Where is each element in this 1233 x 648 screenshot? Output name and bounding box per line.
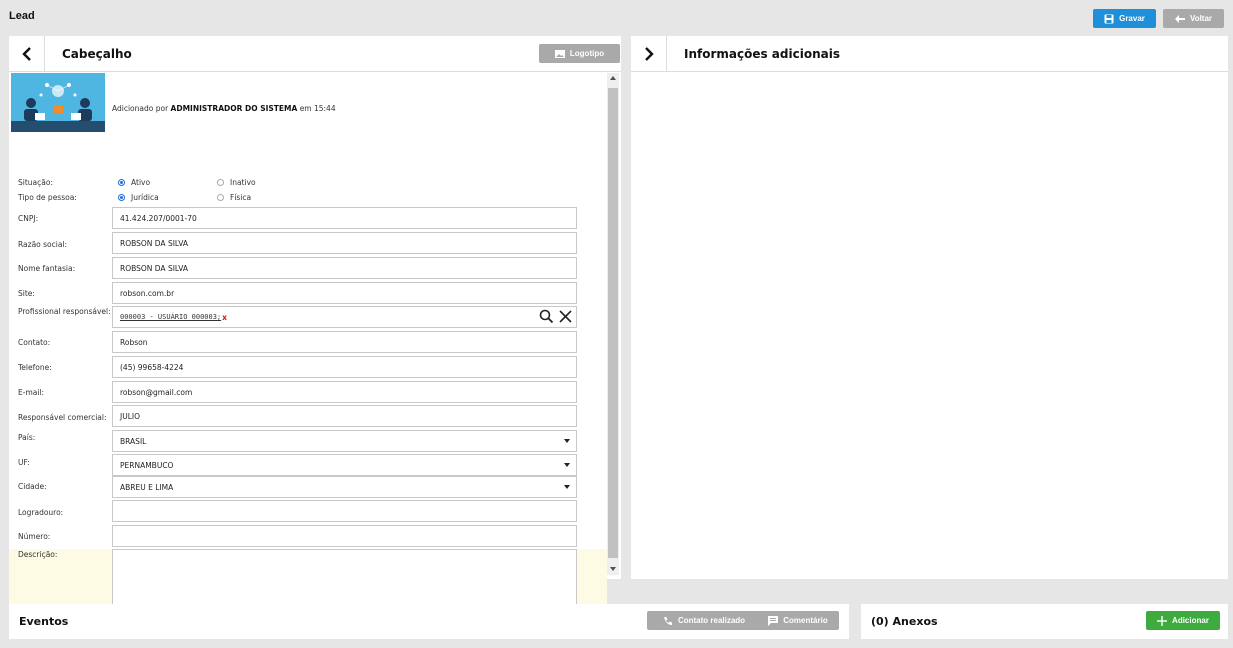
uf-selected-value: PERNAMBUCO <box>120 460 174 470</box>
descricao-textarea[interactable] <box>112 549 577 611</box>
header-panel: Cabeçalho Logotipo Adicionado por ADMINI… <box>9 36 621 612</box>
scroll-up-icon[interactable] <box>610 76 616 80</box>
resp-comercial-field[interactable]: JULIO <box>112 405 577 427</box>
collapse-left-button[interactable] <box>9 36 45 72</box>
added-by-user: ADMINISTRADOR DO SISTEMA <box>170 104 298 113</box>
image-icon <box>554 49 565 58</box>
chevron-right-icon <box>644 47 654 61</box>
nome-fantasia-label: Nome fantasia: <box>18 264 76 273</box>
situacao-label: Situação: <box>18 178 53 187</box>
company-logo-image <box>11 73 105 132</box>
tipo-juridica-radio[interactable]: Jurídica <box>118 193 159 202</box>
add-attachment-label: Adicionar <box>1172 616 1209 625</box>
uf-label: UF: <box>18 458 30 467</box>
additional-info-title: Informações adicionais <box>684 47 840 61</box>
floppy-disk-icon <box>1104 14 1114 23</box>
situacao-inativo-radio[interactable]: Inativo <box>217 178 256 187</box>
radio-checked-icon <box>118 194 125 201</box>
razao-social-field[interactable]: ROBSON DA SILVA <box>112 232 577 254</box>
email-label: E-mail: <box>18 388 45 397</box>
events-title: Eventos <box>19 615 69 628</box>
header-panel-title: Cabeçalho <box>62 47 132 61</box>
numero-field[interactable] <box>112 525 577 547</box>
profissional-link[interactable]: 000003 - USUÁRIO 000003; <box>120 313 221 321</box>
save-button-label: Gravar <box>1119 14 1145 23</box>
header-panel-header: Cabeçalho Logotipo <box>9 36 621 72</box>
attachments-panel: (0) Anexos Adicionar <box>861 604 1228 639</box>
expand-right-button[interactable] <box>631 36 667 72</box>
vertical-scrollbar[interactable] <box>607 73 619 575</box>
descricao-label: Descrição: <box>18 550 58 559</box>
radio-unchecked-icon <box>217 179 224 186</box>
cidade-label: Cidade: <box>18 482 47 491</box>
contato-label: Contato: <box>18 338 51 347</box>
radio-checked-icon <box>118 179 125 186</box>
arrow-left-icon <box>1174 14 1185 23</box>
pais-selected-value: BRASIL <box>120 436 147 446</box>
site-field[interactable]: robson.com.br <box>112 282 577 304</box>
add-attachment-button[interactable]: Adicionar <box>1146 611 1220 630</box>
back-button[interactable]: Voltar <box>1163 9 1224 28</box>
additional-info-panel: Informações adicionais <box>631 36 1228 579</box>
razao-social-label: Razão social: <box>18 240 68 249</box>
pais-select[interactable]: BRASIL <box>112 430 577 452</box>
comment-icon <box>768 615 779 626</box>
save-button[interactable]: Gravar <box>1093 9 1156 28</box>
contact-made-button[interactable]: Contato realizado <box>647 611 761 630</box>
email-field[interactable]: robson@gmail.com <box>112 381 577 403</box>
logradouro-label: Logradouro: <box>18 508 64 517</box>
people-network-illustration <box>11 73 105 132</box>
profissional-field[interactable]: 000003 - USUÁRIO 000003; x <box>112 306 577 328</box>
telefone-field[interactable]: (45) 99658-4224 <box>112 356 577 378</box>
contato-field[interactable]: Robson <box>112 331 577 353</box>
cidade-selected-value: ABREU E LIMA <box>120 482 174 492</box>
pais-label: País: <box>18 433 36 442</box>
caret-down-icon <box>564 463 570 467</box>
events-panel: Eventos Contato realizado Comentário <box>9 604 849 639</box>
chevron-left-icon <box>21 47 31 61</box>
comment-label: Comentário <box>783 616 828 625</box>
plus-icon <box>1157 615 1168 626</box>
cnpj-field[interactable]: 41.424.207/0001-70 <box>112 207 577 229</box>
close-icon[interactable] <box>558 309 573 324</box>
top-bar: Lead Gravar Voltar <box>0 0 1233 32</box>
nome-fantasia-field[interactable]: ROBSON DA SILVA <box>112 257 577 279</box>
logo-button-label: Logotipo <box>569 49 605 58</box>
contact-made-label: Contato realizado <box>677 616 746 625</box>
additional-info-header: Informações adicionais <box>631 36 1228 72</box>
back-button-label: Voltar <box>1189 14 1213 23</box>
tipo-fisica-radio[interactable]: Física <box>217 193 251 202</box>
form-scroll-area[interactable]: Adicionado por ADMINISTRADOR DO SISTEMA … <box>9 73 621 612</box>
profissional-label: Profissional responsável: <box>18 307 111 316</box>
site-label: Site: <box>18 289 35 298</box>
radio-unchecked-icon <box>217 194 224 201</box>
attachments-title: (0) Anexos <box>871 615 938 628</box>
cnpj-label: CNPJ: <box>18 214 39 223</box>
caret-down-icon <box>564 485 570 489</box>
remove-profissional-icon[interactable]: x <box>222 313 227 322</box>
caret-down-icon <box>564 439 570 443</box>
cidade-select[interactable]: ABREU E LIMA <box>112 476 577 498</box>
tipo-pessoa-label: Tipo de pessoa: <box>18 193 77 202</box>
comment-button[interactable]: Comentário <box>757 611 839 630</box>
phone-icon <box>663 616 672 625</box>
uf-select[interactable]: PERNAMBUCO <box>112 454 577 476</box>
numero-label: Número: <box>18 532 51 541</box>
page-title: Lead <box>9 10 35 22</box>
scroll-down-icon[interactable] <box>610 567 616 571</box>
logradouro-field[interactable] <box>112 500 577 522</box>
resp-comercial-label: Responsável comercial: <box>18 413 107 422</box>
added-by-info: Adicionado por ADMINISTRADOR DO SISTEMA … <box>112 104 336 113</box>
logo-button[interactable]: Logotipo <box>539 44 620 63</box>
telefone-label: Telefone: <box>18 363 52 372</box>
search-icon[interactable] <box>539 309 554 324</box>
situacao-ativo-radio[interactable]: Ativo <box>118 178 150 187</box>
scrollbar-thumb[interactable] <box>608 88 618 558</box>
